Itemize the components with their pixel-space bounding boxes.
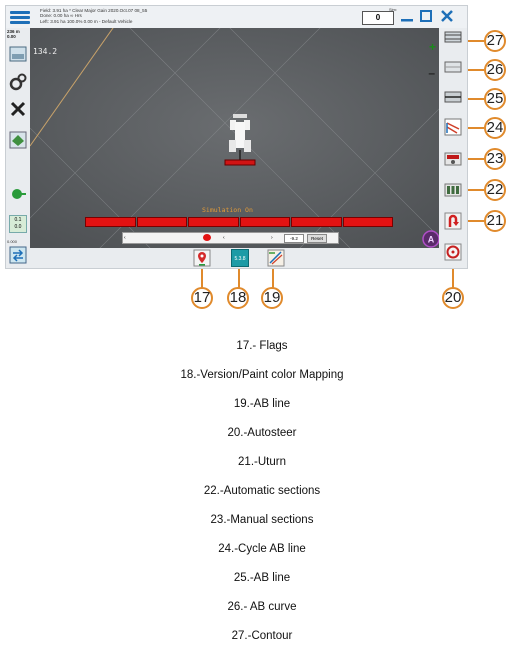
scale-readout: 236 m 0.00 xyxy=(7,29,20,39)
legend-item: 24.-Cycle AB line xyxy=(218,543,306,555)
legend-item: 25.-AB line xyxy=(233,572,291,584)
manual-sections-icon[interactable] xyxy=(444,150,462,168)
legend-item: 17.- Flags xyxy=(236,340,288,352)
section-6 xyxy=(342,217,393,227)
speed-right-arrow[interactable]: › xyxy=(271,235,273,241)
close-icon[interactable] xyxy=(440,9,454,23)
bottom-toolbar: 5.3.8 xyxy=(30,248,440,268)
contour-icon[interactable] xyxy=(444,28,462,46)
legend-item: 21.-Uturn xyxy=(238,456,286,468)
callout-18: 18 xyxy=(227,287,249,309)
callout-22: 22 xyxy=(484,179,506,201)
callout-17: 17 xyxy=(191,287,213,309)
field-info-line3: Left: 3.91 ha 100.0% 0.00 m - Default Ve… xyxy=(40,18,133,24)
callout-26: 26 xyxy=(484,59,506,81)
offset-label: 0.1 xyxy=(14,217,22,223)
svg-text:A: A xyxy=(428,235,435,245)
callout-19: 19 xyxy=(261,287,283,309)
callout-27-leader xyxy=(468,40,484,42)
uturn-icon[interactable] xyxy=(444,212,462,230)
speed-left-arrow[interactable]: ‹ xyxy=(223,235,225,241)
legend-item: 18.-Version/Paint color Mapping xyxy=(180,369,344,381)
record-point-icon[interactable] xyxy=(9,185,27,203)
version-paint-color-button[interactable]: 5.3.8 xyxy=(231,249,249,267)
callout-19-leader xyxy=(272,269,274,289)
callout-24-leader xyxy=(468,127,484,129)
ab-curve-icon[interactable] xyxy=(444,58,462,76)
section-bar xyxy=(85,217,393,227)
callout-25-leader xyxy=(468,98,484,100)
legend-item: 19.-AB line xyxy=(233,398,291,410)
callout-22-leader xyxy=(468,189,484,191)
ab-line-icon[interactable] xyxy=(444,88,462,106)
field-menu-icon[interactable] xyxy=(9,45,27,63)
autosteer-status-icon: A xyxy=(422,230,440,248)
section-5 xyxy=(291,217,342,227)
steer-left-arrow[interactable]: ‹ xyxy=(124,235,126,241)
simulation-label: Simulation On xyxy=(202,206,253,214)
section-3 xyxy=(188,217,239,227)
legend-item: 20.-Autosteer xyxy=(227,427,297,439)
section-2 xyxy=(136,217,187,227)
callout-21-leader xyxy=(468,220,484,222)
right-toolbar xyxy=(439,28,467,268)
left-toolbar: 236 m 0.00 0.1 0.0 0.000 xyxy=(6,28,30,268)
top-bar: Field: 3.91 ha * Clear Major Gain 2020.O… xyxy=(6,6,467,28)
callout-23-leader xyxy=(468,158,484,160)
simulator-controls: ‹ ‹ › -9.2 Reset xyxy=(122,232,339,244)
callout-18-leader xyxy=(238,269,240,289)
field-info: Field: 3.91 ha * Clear Major Gain 2020.O… xyxy=(40,8,147,24)
boundary-icon[interactable] xyxy=(9,131,27,149)
automatic-sections-icon[interactable] xyxy=(444,181,462,199)
heading-readout: 134.2 xyxy=(33,47,58,56)
section-1 xyxy=(85,217,136,227)
maximize-icon[interactable] xyxy=(419,9,433,23)
flags-icon[interactable] xyxy=(193,249,211,267)
callout-20-leader xyxy=(452,269,454,289)
callout-27: 27 xyxy=(484,30,506,52)
legend-item: 26.- AB curve xyxy=(227,601,297,613)
counter-display: 0 xyxy=(362,11,394,25)
speed-value: -9.2 xyxy=(284,234,304,243)
tractor-icon xyxy=(224,114,256,166)
autosteer-icon[interactable] xyxy=(444,243,462,261)
hamburger-menu-icon[interactable] xyxy=(10,9,30,25)
callout-20: 20 xyxy=(442,287,464,309)
callout-23: 23 xyxy=(484,148,506,170)
callout-24: 24 xyxy=(484,117,506,139)
scale-value: 0.00 xyxy=(7,34,16,39)
legend-item: 27.-Contour xyxy=(231,630,293,642)
stop-button[interactable] xyxy=(203,234,211,241)
zoom-in-button[interactable]: + xyxy=(429,40,436,54)
settings-gear-icon[interactable] xyxy=(9,73,27,91)
callout-17-leader xyxy=(201,269,203,289)
section-4 xyxy=(239,217,290,227)
legend-item: 22.-Automatic sections xyxy=(203,485,321,497)
zoom-out-button[interactable]: – xyxy=(428,66,435,80)
reset-button[interactable]: Reset xyxy=(307,234,327,243)
cycle-ab-line-icon[interactable] xyxy=(444,118,462,136)
tools-icon[interactable] xyxy=(9,100,27,118)
callout-21: 21 xyxy=(484,210,506,232)
legend-item: 23.-Manual sections xyxy=(210,514,314,526)
callout-25: 25 xyxy=(484,88,506,110)
minimize-icon[interactable] xyxy=(400,9,414,23)
swap-icon[interactable] xyxy=(9,246,27,264)
bottom-left-value: 0.000 xyxy=(7,239,18,244)
callout-26-leader xyxy=(468,69,484,71)
ab-line-bottom-icon[interactable] xyxy=(267,249,285,267)
offset-button[interactable]: 0.1 0.0 xyxy=(9,215,27,233)
offset-value: 0.0 xyxy=(14,224,22,230)
field-map-view[interactable]: 134.2 + – Simulation On ‹ ‹ › -9.2 Reset… xyxy=(30,28,440,248)
agopen-window: Field: 3.91 ha * Clear Major Gain 2020.O… xyxy=(5,5,468,269)
